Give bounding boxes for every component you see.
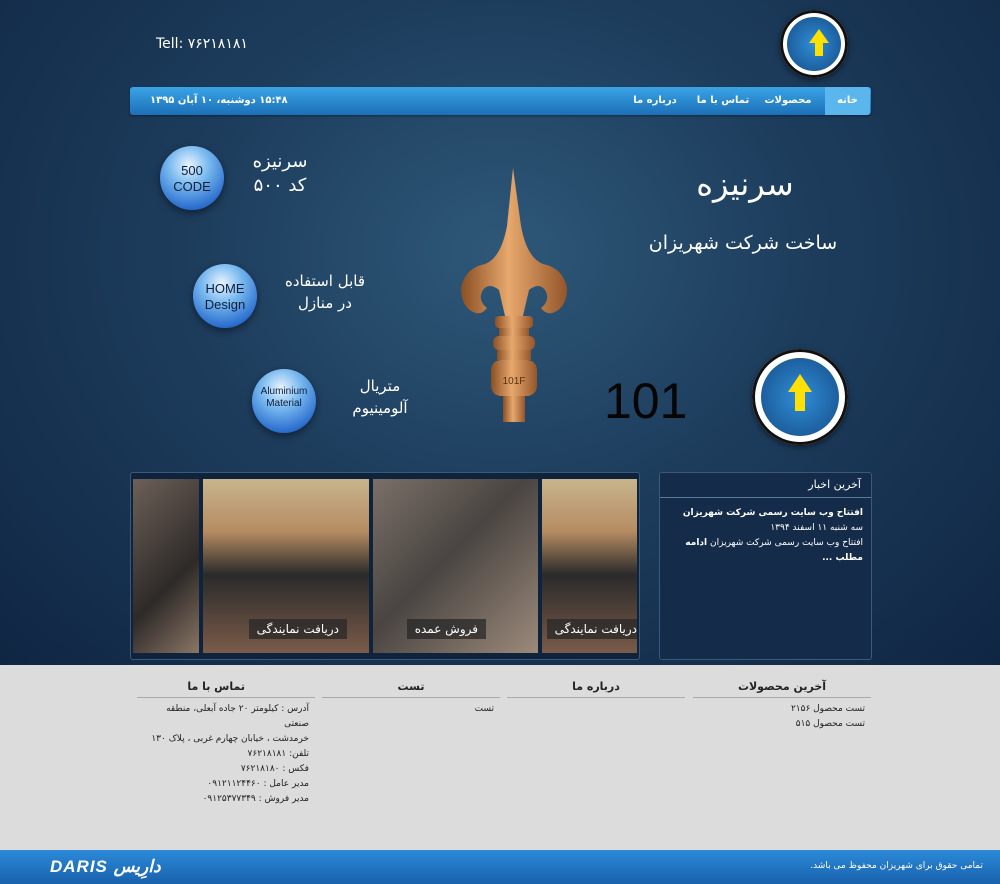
spike-label: 101F (503, 376, 526, 387)
copyright-text: تمامی حقوق برای شهریزان محفوظ می باشد. (810, 861, 983, 871)
designer-logo[interactable]: DARIS دارِیس (50, 857, 161, 877)
bottom-bar: تمامی حقوق برای شهریزان محفوظ می باشد. D… (0, 850, 1000, 884)
feature-line: قابل استفاده (284, 272, 365, 290)
footer-test-heading: تست (322, 680, 500, 698)
contact-sales: مدیر فروش : ۰۹۱۲۵۳۷۷۳۴۹ (202, 794, 309, 804)
contact-fax: فکس : ۷۶۲۱۸۱۸۰ (240, 764, 309, 774)
footer-products-heading: آخرین محصولات (693, 680, 871, 698)
slide-fence-second[interactable]: دریافت نمایندگی (542, 479, 637, 653)
feature-text-material: متریال آلومینیوم (340, 375, 420, 419)
feature-line: متریال (359, 377, 401, 395)
nav-products[interactable]: محصولات (758, 87, 818, 115)
main-navbar: خانه محصولات تماس با ما درباره ما ۱۵:۴۸ … (130, 87, 871, 115)
bubble-line: Aluminium (260, 386, 308, 397)
nav-home[interactable]: خانه (825, 87, 870, 115)
spike-illustration: 101F (455, 166, 575, 426)
slide-tools-partial[interactable] (133, 479, 199, 653)
bubble-line: CODE (173, 178, 211, 194)
bubble-line: Material (266, 398, 302, 409)
feature-text-code: سرنیزه کد ۵۰۰ (235, 150, 325, 198)
slide-fence[interactable]: دریافت نمایندگی (203, 479, 369, 653)
slide-tools[interactable]: فروش عمده (373, 479, 538, 653)
footer-contact-heading: تماس با ما (137, 680, 315, 698)
news-panel: آخرین اخبار افتتاح وب سایت رسمی شرکت شهر… (659, 472, 872, 660)
feature-text-home: قابل استفاده در منازل (270, 270, 380, 314)
hero-code-number: 101 (604, 373, 688, 429)
feature-bubble-home: HOME Design (193, 264, 257, 328)
nav-about[interactable]: درباره ما (625, 87, 685, 115)
nav-contact[interactable]: تماس با ما (693, 87, 753, 115)
feature-line: کد ۵۰۰ (253, 175, 307, 196)
image-slider[interactable]: دریافت نمایندگی فروش عمده دریافت نمایندگ… (130, 472, 640, 660)
footer-product-link[interactable]: تست محصول ۲۱۵۶ (693, 702, 871, 717)
contact-address: خرمدشت ، خیابان چهارم غربی ، پلاک ۱۳۰ (151, 734, 309, 744)
feature-line: در منازل (298, 294, 352, 312)
footer: آخرین محصولات تست محصول ۲۱۵۶ تست محصول ۵… (0, 665, 1000, 850)
slide-caption: فروش عمده (406, 619, 486, 639)
bubble-line: HOME (205, 281, 245, 296)
contact-address: آدرس : کیلومتر ۲۰ جاده آبعلی، منطقه صنعت… (166, 704, 309, 729)
nav-datetime: ۱۵:۴۸ دوشنبه، ۱۰ آبان ۱۳۹۵ (150, 95, 288, 106)
feature-line: سرنیزه (252, 151, 308, 172)
news-heading: آخرین اخبار (660, 473, 871, 498)
footer-product-link[interactable]: تست محصول ۵۱۵ (693, 717, 871, 732)
feature-line: آلومینیوم (352, 399, 408, 417)
hero-title: سرنیزه (696, 165, 794, 203)
bubble-line: 500 (181, 163, 203, 178)
contact-ceo: مدیر عامل : ۰۹۱۲۱۱۲۴۴۶۰ (207, 779, 309, 789)
footer-test-text: تست (474, 704, 494, 714)
news-item-title[interactable]: افتتاح وب سایت رسمی شرکت شهریزان (660, 506, 871, 521)
footer-col-products: آخرین محصولات تست محصول ۲۱۵۶ تست محصول ۵… (693, 680, 871, 732)
bubble-line: Design (204, 296, 246, 312)
footer-about-heading: درباره ما (507, 680, 685, 698)
footer-col-contact: تماس با ما آدرس : کیلومتر ۲۰ جاده آبعلی،… (137, 680, 315, 807)
news-excerpt-text: افتتاح وب سایت رسمی شرکت شهریزان (710, 538, 863, 548)
footer-col-about: درباره ما (507, 680, 685, 698)
header-phone: Tell: ۷۶۲۱۸۱۸۱ (156, 36, 248, 52)
slide-caption: دریافت نمایندگی (546, 619, 637, 639)
footer-col-test: تست تست (322, 680, 500, 717)
hero-subtitle: ساخت شرکت شهریزان (648, 232, 838, 254)
contact-phone: تلفن: ۷۶۲۱۸۱۸۱ (247, 749, 309, 759)
feature-bubble-material: Aluminium Material (252, 369, 316, 433)
news-item-excerpt: افتتاح وب سایت رسمی شرکت شهریزان ادامه م… (660, 536, 871, 566)
hero-company-logo (752, 349, 848, 445)
slide-caption: دریافت نمایندگی (248, 619, 347, 639)
company-logo[interactable] (780, 10, 848, 78)
news-item-date: سه شنبه ۱۱ اسفند ۱۳۹۴ (770, 523, 863, 533)
feature-bubble-code: 500 CODE (160, 146, 224, 210)
